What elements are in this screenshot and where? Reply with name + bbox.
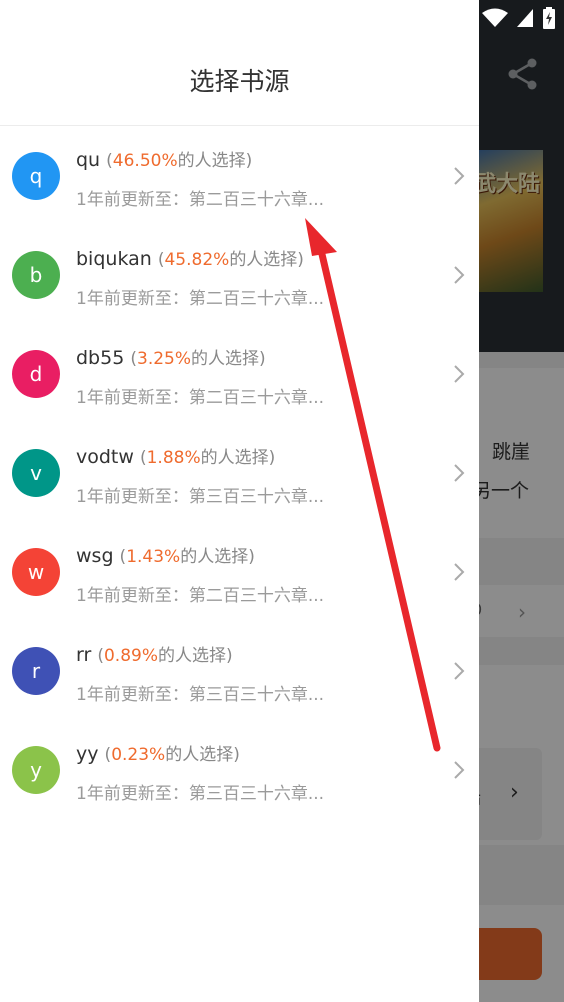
chevron-right-icon — [454, 266, 465, 284]
source-item-qu[interactable]: q qu (46.50%的人选择) 1年前更新至：第二百三十六章... — [0, 126, 479, 225]
source-item-yy[interactable]: y yy (0.23%的人选择) 1年前更新至：第三百三十六章... — [0, 720, 479, 819]
source-title: vodtw (1.88%的人选择) — [76, 443, 275, 468]
source-share-suffix: 的人选择) — [177, 151, 253, 171]
source-avatar: b — [12, 251, 60, 299]
battery-icon — [543, 7, 555, 29]
chevron-right-icon — [454, 662, 465, 680]
source-item-rr[interactable]: r rr (0.89%的人选择) 1年前更新至：第三百三十六章... — [0, 621, 479, 720]
source-share: (1.43%的人选择) — [119, 547, 255, 567]
source-share-suffix: 的人选择) — [229, 250, 304, 270]
source-item-wsg[interactable]: w wsg (1.43%的人选择) 1年前更新至：第二百三十六章... — [0, 522, 479, 621]
source-update: 1年前更新至：第二百三十六章... — [76, 388, 325, 408]
source-update: 1年前更新至：第二百三十六章... — [76, 586, 325, 606]
chevron-right-icon — [454, 167, 465, 185]
chevron-right-icon — [454, 464, 465, 482]
source-share: (46.50%的人选择) — [106, 151, 253, 171]
source-update: 1年前更新至：第三百三十六章... — [76, 487, 325, 507]
source-share-suffix: 的人选择) — [200, 448, 276, 468]
source-share-suffix: 的人选择) — [165, 745, 240, 765]
source-title: yy (0.23%的人选择) — [76, 740, 240, 765]
source-name: wsg — [76, 545, 114, 567]
source-drawer: 选择书源 q qu (46.50%的人选择) 1年前更新至：第二百三十六章... b b… — [0, 0, 479, 1002]
source-name: vodtw — [76, 446, 134, 468]
status-bar — [482, 6, 556, 30]
source-name: yy — [76, 743, 99, 765]
source-update: 1年前更新至：第二百三十六章... — [76, 289, 325, 309]
source-share: (0.89%的人选择) — [97, 646, 233, 666]
source-name: rr — [76, 644, 92, 666]
source-avatar: d — [12, 350, 60, 398]
source-list: q qu (46.50%的人选择) 1年前更新至：第二百三十六章... b biquka… — [0, 126, 479, 819]
source-title: biqukan (45.82%的人选择) — [76, 245, 304, 270]
source-share: (0.23%的人选择) — [104, 745, 240, 765]
source-share: (3.25%的人选择) — [130, 349, 266, 369]
source-percent: 1.43% — [126, 547, 181, 567]
source-avatar: y — [12, 746, 60, 794]
source-name: db55 — [76, 347, 125, 369]
source-percent: 1.88% — [146, 448, 201, 468]
chevron-right-icon — [454, 365, 465, 383]
source-title: rr (0.89%的人选择) — [76, 641, 233, 666]
source-percent: 0.89% — [103, 646, 158, 666]
source-update: 1年前更新至：第三百三十六章... — [76, 784, 325, 804]
chevron-right-icon — [454, 761, 465, 779]
source-item-db55[interactable]: d db55 (3.25%的人选择) 1年前更新至：第二百三十六章... — [0, 324, 479, 423]
source-avatar: v — [12, 449, 60, 497]
source-item-vodtw[interactable]: v vodtw (1.88%的人选择) 1年前更新至：第三百三十六章... — [0, 423, 479, 522]
wifi-icon — [482, 8, 508, 27]
source-title: qu (46.50%的人选择) — [76, 146, 252, 171]
source-avatar: r — [12, 647, 60, 695]
source-percent: 45.82% — [164, 250, 230, 270]
source-percent: 3.25% — [137, 349, 192, 369]
source-share-suffix: 的人选择) — [191, 349, 266, 369]
source-update: 1年前更新至：第三百三十六章... — [76, 685, 325, 705]
source-name: qu — [76, 149, 101, 171]
signal-icon — [517, 9, 533, 27]
chevron-right-icon — [454, 563, 465, 581]
source-update: 1年前更新至：第二百三十六章... — [76, 190, 325, 210]
source-share-suffix: 的人选择) — [158, 646, 233, 666]
source-name: biqukan — [76, 248, 152, 270]
source-share: (45.82%的人选择) — [157, 250, 304, 270]
source-item-biqukan[interactable]: b biqukan (45.82%的人选择) 1年前更新至：第二百三十六章... — [0, 225, 479, 324]
source-title: wsg (1.43%的人选择) — [76, 542, 255, 567]
source-share-suffix: 的人选择) — [180, 547, 255, 567]
source-avatar: w — [12, 548, 60, 596]
source-percent: 0.23% — [111, 745, 166, 765]
source-share: (1.88%的人选择) — [139, 448, 276, 468]
source-title: db55 (3.25%的人选择) — [76, 344, 266, 369]
source-percent: 46.50% — [112, 151, 178, 171]
source-avatar: q — [12, 152, 60, 200]
drawer-title: 选择书源 — [189, 67, 290, 96]
